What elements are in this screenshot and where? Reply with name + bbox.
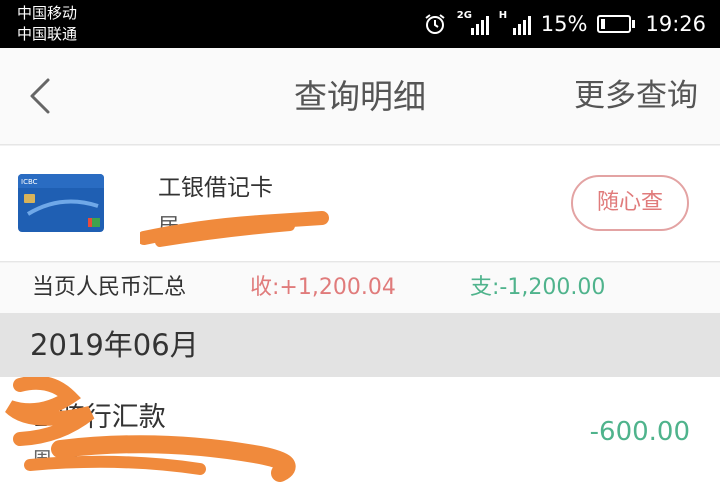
transaction-row[interactable]: 1 跨行汇款 周 菲 -600.00 — [0, 377, 720, 484]
carrier-info: 中国移动 中国联通 — [17, 3, 77, 45]
network-type-2: H — [498, 10, 508, 21]
quick-query-button[interactable]: 随心查 — [571, 175, 689, 231]
more-query-button[interactable]: 更多查询 — [574, 48, 698, 145]
status-icons: 2G H 15% 19:26 — [423, 0, 706, 48]
transaction-amount: -600.00 — [589, 417, 690, 447]
svg-text:ICBC: ICBC — [21, 178, 38, 186]
month-label: 2019年06月 — [30, 328, 199, 362]
clock: 19:26 — [645, 12, 706, 36]
bank-card-image: ICBC — [18, 174, 104, 232]
page-summary: 当页人民币汇总 收:+1,200.04 支:-1,200.00 — [0, 263, 720, 313]
signal-icon-2: H — [498, 10, 531, 35]
summary-label: 当页人民币汇总 — [32, 275, 187, 300]
carrier-primary: 中国移动 — [17, 4, 78, 22]
alarm-icon — [425, 14, 445, 34]
summary-income: 收:+1,200.04 — [250, 275, 396, 300]
redaction-scribble — [5, 377, 296, 482]
battery-icon — [597, 15, 636, 33]
signal-icon-1: 2G — [456, 10, 489, 35]
summary-expense: 支:-1,200.00 — [470, 275, 606, 300]
carrier-secondary: 中国联通 — [17, 25, 78, 43]
card-name: 工银借记卡 — [158, 175, 273, 201]
network-type-1: 2G — [456, 10, 472, 21]
card-section: ICBC 工银借记卡 居 随心查 — [0, 146, 720, 262]
battery-percent: 15% — [540, 12, 588, 36]
status-bar: 中国移动 中国联通 2G H 15% 19:26 — [0, 0, 720, 48]
month-header: 2019年06月 — [0, 313, 720, 377]
nav-bar: 查询明细 更多查询 — [0, 48, 720, 145]
redaction-scribble — [140, 211, 329, 247]
